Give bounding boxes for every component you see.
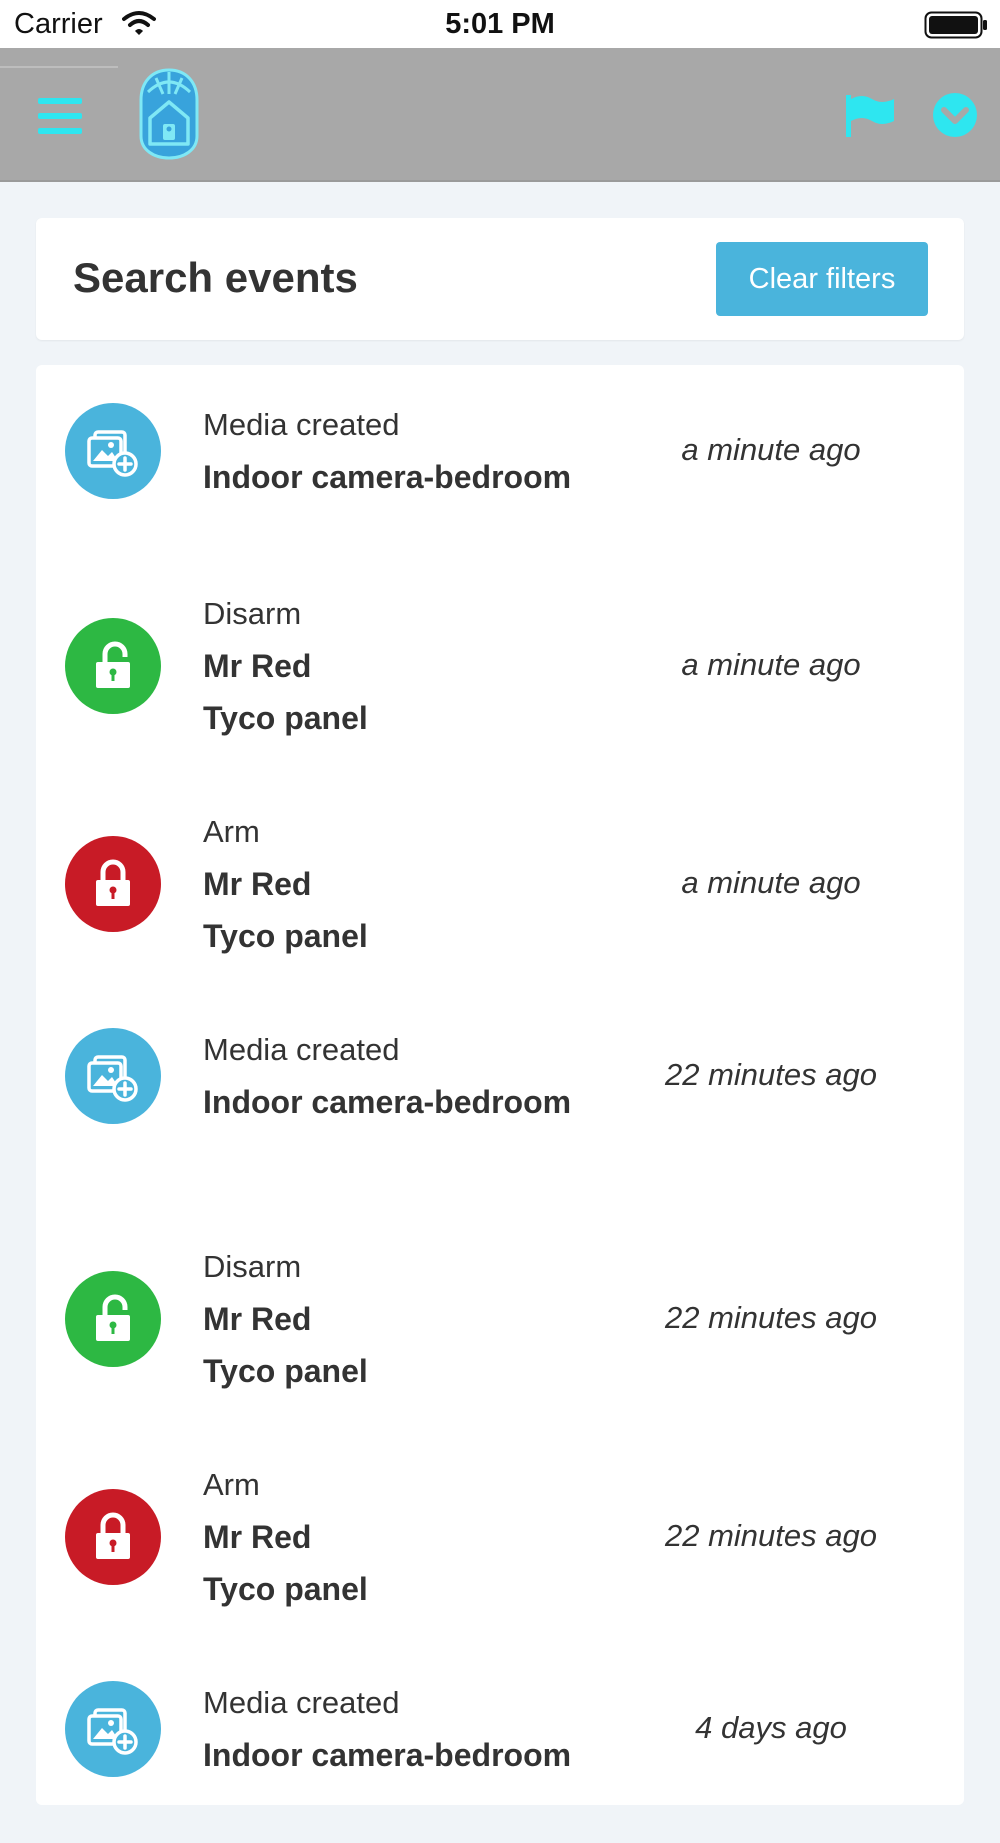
- event-detail: Tyco panel: [203, 700, 368, 736]
- event-detail: Indoor camera-bedroom: [203, 459, 572, 495]
- clear-filters-button[interactable]: Clear filters: [716, 242, 928, 316]
- event-type: Media created: [203, 407, 400, 442]
- app-header: [0, 48, 1000, 182]
- unlock-icon-glyph: [96, 641, 130, 688]
- event-detail: Indoor camera-bedroom: [203, 1084, 572, 1120]
- lock-icon: [65, 836, 161, 932]
- event-type: Disarm: [203, 596, 302, 631]
- battery-icon: [924, 11, 987, 39]
- unlock-icon: [65, 1271, 161, 1367]
- lock-icon: [65, 1489, 161, 1585]
- media-add-icon-glyph: [87, 1055, 138, 1102]
- event-time: a minute ago: [681, 432, 861, 467]
- event-row[interactable]: Media created Indoor camera-bedroom 4 days…: [36, 1643, 964, 1843]
- event-type: Arm: [203, 1467, 260, 1502]
- event-detail: Tyco panel: [203, 1353, 368, 1389]
- event-text: Arm Mr Red Tyco panel: [203, 1459, 368, 1615]
- media-add-icon: [65, 1028, 161, 1124]
- search-events-card: Search events Clear filters: [36, 218, 964, 340]
- status-time: 5:01 PM: [445, 8, 555, 40]
- unlock-icon: [65, 618, 161, 714]
- menu-icon[interactable]: [36, 96, 84, 136]
- media-add-icon: [65, 403, 161, 499]
- unlock-icon-glyph: [96, 1294, 130, 1341]
- event-text: Disarm Mr Red Tyco panel: [203, 1241, 368, 1397]
- event-detail: Tyco panel: [203, 1571, 368, 1607]
- page-title: Search events: [73, 254, 358, 301]
- event-type: Arm: [203, 814, 260, 849]
- event-row[interactable]: Disarm Mr Red Tyco panel 22 minutes ago: [36, 1208, 964, 1408]
- header-divider: [0, 66, 118, 68]
- lock-icon-glyph: [96, 1512, 130, 1559]
- event-detail: Tyco panel: [203, 918, 368, 954]
- event-text: Arm Mr Red Tyco panel: [203, 806, 368, 962]
- event-text: Media created Indoor camera-bedroom: [203, 399, 571, 503]
- chevron-down-icon[interactable]: [932, 92, 978, 138]
- event-text: Media created Indoor camera-bedroom: [203, 1677, 571, 1781]
- event-row[interactable]: Disarm Mr Red Tyco panel a minute ago: [36, 555, 964, 755]
- event-row[interactable]: Arm Mr Red Tyco panel a minute ago: [36, 773, 964, 973]
- flag-icon[interactable]: [844, 93, 896, 139]
- event-detail: Indoor camera-bedroom: [203, 1737, 572, 1773]
- event-row[interactable]: Arm Mr Red Tyco panel 22 minutes ago: [36, 1426, 964, 1626]
- event-row[interactable]: Media created Indoor camera-bedroom a minu…: [36, 365, 964, 565]
- event-detail: Mr Red: [203, 648, 312, 684]
- event-time: 4 days ago: [695, 1710, 847, 1745]
- event-text: Media created Indoor camera-bedroom: [203, 1024, 571, 1128]
- media-add-icon: [65, 1681, 161, 1777]
- event-type: Disarm: [203, 1249, 302, 1284]
- event-time: a minute ago: [681, 865, 861, 900]
- lock-icon-glyph: [96, 859, 130, 906]
- event-type: Media created: [203, 1032, 400, 1067]
- event-detail: Mr Red: [203, 1519, 312, 1555]
- event-time: 22 minutes ago: [665, 1300, 877, 1335]
- event-time: 22 minutes ago: [665, 1518, 877, 1553]
- event-time: a minute ago: [681, 647, 861, 682]
- logo-icon: [139, 68, 199, 160]
- event-row[interactable]: Media created Indoor camera-bedroom 22 min…: [36, 990, 964, 1190]
- media-add-icon-glyph: [87, 1708, 138, 1755]
- event-detail: Mr Red: [203, 1301, 312, 1337]
- media-add-icon-glyph: [87, 430, 138, 477]
- event-detail: Mr Red: [203, 866, 312, 902]
- event-text: Disarm Mr Red Tyco panel: [203, 588, 368, 744]
- event-type: Media created: [203, 1685, 400, 1720]
- events-list: Media created Indoor camera-bedroom a minu…: [36, 365, 964, 1805]
- event-time: 22 minutes ago: [665, 1057, 877, 1092]
- status-bar: Carrier 5:01 PM: [0, 0, 1000, 48]
